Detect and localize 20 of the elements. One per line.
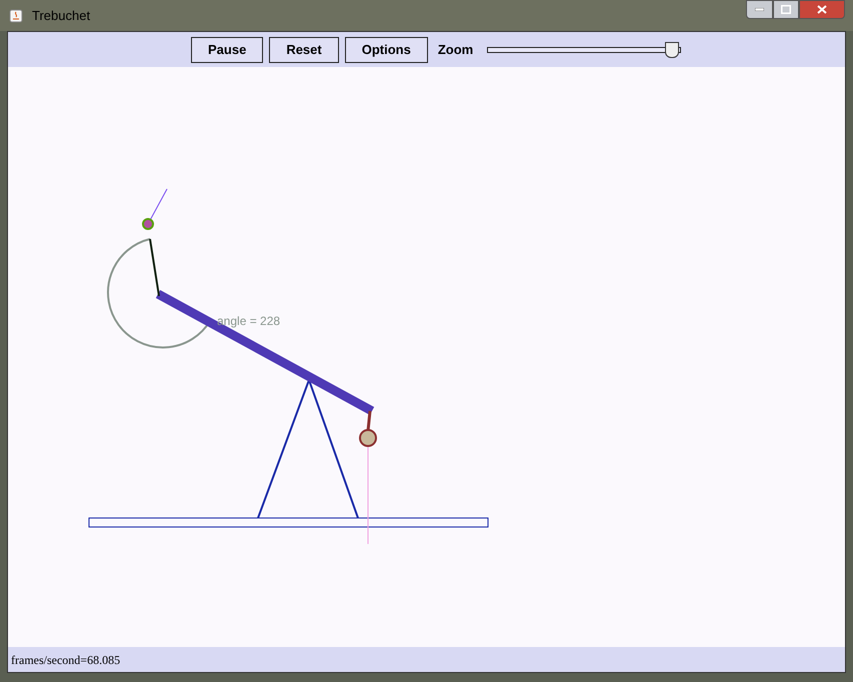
toolbar-button[interactable]: Reset: [269, 36, 339, 62]
slider-thumb[interactable]: [664, 42, 679, 58]
minimize-icon: [755, 8, 764, 11]
status-text: frames/second=68.085: [11, 652, 120, 668]
minimize-button[interactable]: [746, 0, 773, 19]
toolbar-button[interactable]: Pause: [191, 36, 264, 62]
zoom-label: Zoom: [438, 40, 474, 59]
close-icon: [817, 5, 827, 14]
close-button[interactable]: [799, 0, 845, 19]
zoom-slider[interactable]: [487, 42, 682, 58]
cup-icon: [8, 8, 24, 24]
maximize-button[interactable]: [773, 0, 799, 19]
counterweight: [359, 429, 377, 447]
weight-rod: [366, 410, 372, 432]
toolbar-button[interactable]: Options: [344, 36, 428, 62]
maximize-icon: [781, 5, 791, 14]
sling-line: [149, 238, 160, 296]
projectile: [142, 218, 154, 230]
window-title: Trebuchet: [32, 6, 90, 25]
angle-label: angle = 228: [217, 313, 280, 330]
